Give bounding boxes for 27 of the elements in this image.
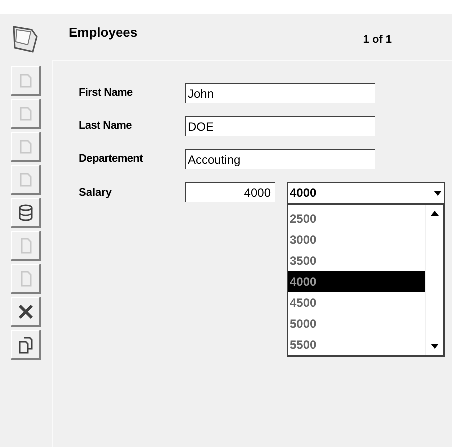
dropdown-option[interactable]: 4500 [288, 292, 425, 313]
scroll-up-icon [430, 211, 438, 216]
text-field[interactable]: John [185, 83, 375, 103]
toolbar-button[interactable] [11, 198, 41, 228]
delete-icon [16, 302, 34, 320]
field-label: Last Name [79, 118, 133, 134]
dropdown-option[interactable]: 3000 [288, 229, 425, 250]
dropdown-option[interactable]: 5000 [288, 313, 425, 334]
dropdown-arrow-icon [434, 190, 442, 196]
copy-icon [16, 336, 34, 354]
salary-dropdown[interactable]: 4000 [287, 182, 445, 204]
salary-field[interactable]: 4000 [185, 182, 275, 202]
dropdown-option[interactable]: 5500 [288, 334, 425, 355]
toolbar-button[interactable] [11, 297, 41, 327]
form-title: Employees [69, 24, 138, 42]
record-counter: 1 of 1 [363, 32, 392, 48]
dropdown-option[interactable]: 2500 [288, 208, 425, 229]
text-field[interactable]: Accouting [185, 149, 375, 169]
dropdown-option[interactable]: 4000 [288, 271, 425, 292]
text-field[interactable]: DOE [185, 116, 375, 136]
field-label: First Name [79, 86, 134, 101]
toolbar-button[interactable] [11, 330, 41, 360]
database-icon [16, 204, 34, 222]
field-label: Salary [79, 186, 114, 201]
scroll-down-icon [430, 344, 438, 349]
dropdown-option[interactable]: 3500 [288, 250, 425, 271]
field-label: Departement [79, 152, 144, 167]
